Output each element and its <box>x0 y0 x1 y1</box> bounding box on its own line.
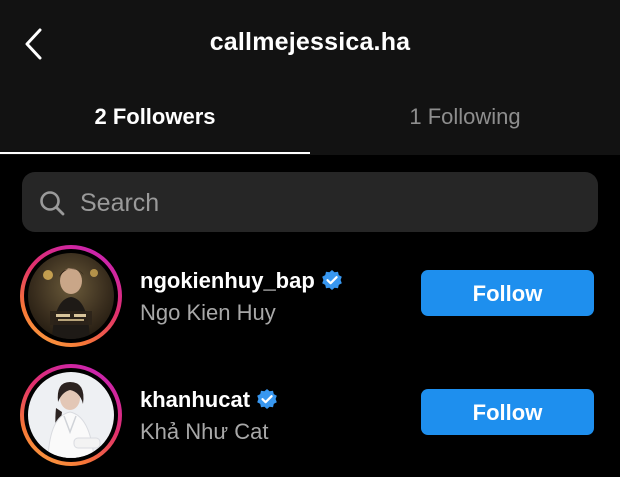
username-text: ngokienhuy_bap <box>140 268 315 293</box>
avatar-border <box>24 368 118 462</box>
follower-row[interactable]: ngokienhuy_bap Ngo Kien Huy Follow <box>0 244 620 354</box>
story-ring[interactable] <box>20 245 122 347</box>
top-header: callmejessica.ha 2 Followers 1 Following <box>0 0 620 155</box>
avatar <box>28 253 114 339</box>
profile-username-title: callmejessica.ha <box>209 28 411 56</box>
search-input[interactable] <box>78 184 582 222</box>
tab-following[interactable]: 1 Following <box>310 104 620 130</box>
avatar <box>28 372 114 458</box>
full-name-label: Khả Như Cat <box>140 419 269 444</box>
username-text: khanhucat <box>140 387 251 412</box>
search-bar[interactable] <box>22 172 598 232</box>
follow-button[interactable]: Follow <box>421 270 594 316</box>
username-label[interactable]: khanhucat <box>140 387 278 416</box>
avatar-border <box>24 249 118 343</box>
verified-badge-icon <box>256 388 278 416</box>
username-label[interactable]: ngokienhuy_bap <box>140 268 343 297</box>
follower-row[interactable]: khanhucat Khả Như Cat Follow <box>0 363 620 473</box>
search-icon <box>40 191 65 216</box>
verified-badge-icon <box>321 269 343 297</box>
story-ring[interactable] <box>20 364 122 466</box>
active-tab-indicator <box>0 152 310 154</box>
full-name-label: Ngo Kien Huy <box>140 300 276 325</box>
tab-followers[interactable]: 2 Followers <box>0 104 310 130</box>
follow-button[interactable]: Follow <box>421 389 594 435</box>
